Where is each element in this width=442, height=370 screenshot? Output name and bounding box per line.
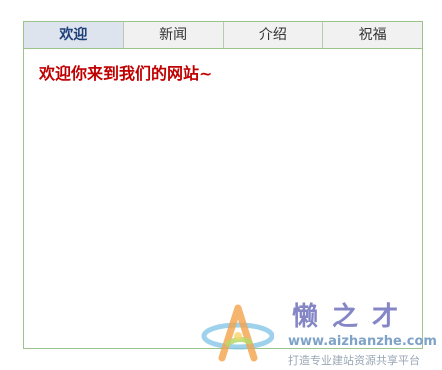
watermark-title: 懒之才 (292, 302, 413, 332)
welcome-message: 欢迎你来到我们的网站~ (39, 64, 213, 83)
watermark-slogan: 打造专业建站资源共享平台 (288, 354, 420, 367)
tab-welcome[interactable]: 欢迎 (24, 22, 124, 48)
tab-bar: 欢迎 新闻 介绍 祝福 (24, 22, 422, 49)
watermark-url: www.aizhanzhe.com (288, 334, 437, 349)
tab-blessings[interactable]: 祝福 (323, 22, 422, 48)
tab-introduction[interactable]: 介绍 (223, 22, 324, 48)
tab-news[interactable]: 新闻 (123, 22, 224, 48)
watermark-logo-icon (201, 304, 274, 362)
watermark: 懒之才 www.aizhanzhe.com 打造专业建站资源共享平台 (200, 296, 440, 368)
